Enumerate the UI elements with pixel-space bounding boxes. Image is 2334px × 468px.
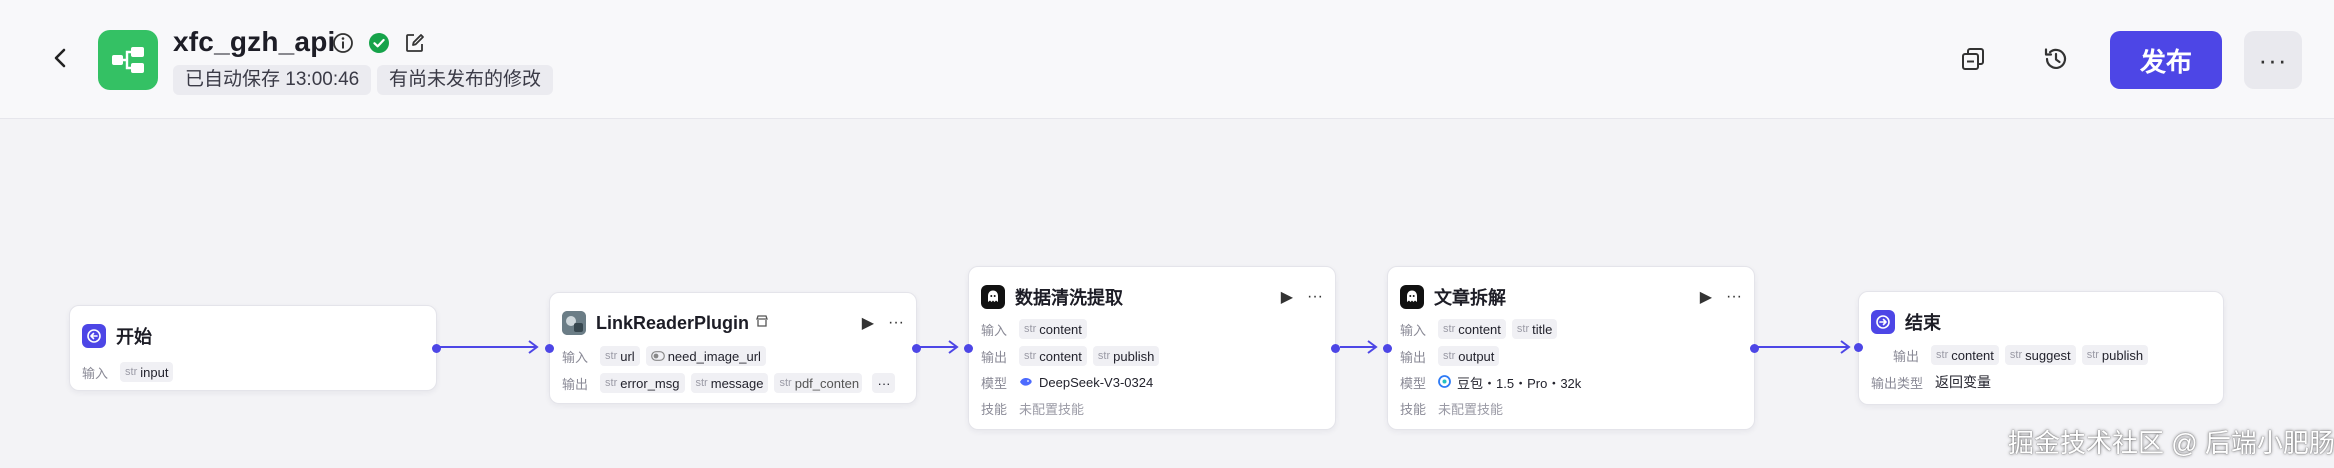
edge-linkreader-to-clean	[920, 340, 959, 354]
watermark: 掘金技术社区 @ 后端小肥肠	[2008, 428, 2334, 458]
output-port[interactable]	[432, 344, 441, 353]
input-row: 输入 str input	[82, 362, 174, 382]
output-label: 输出	[1893, 348, 1920, 364]
output-port[interactable]	[1750, 344, 1759, 353]
skill-label: 技能	[981, 402, 1008, 417]
output-type-row: 输出类型 返回变量	[1871, 372, 1991, 392]
input-port[interactable]	[964, 344, 973, 353]
input-row: 输入 str content	[981, 319, 1087, 339]
boolean-toggle-icon	[650, 351, 665, 361]
node-title: 结束	[1905, 313, 1941, 333]
plugin-store-icon	[755, 314, 769, 333]
output-label: 输出	[1400, 349, 1427, 365]
edge-start-to-linkreader	[440, 340, 539, 354]
input-label: 输入	[981, 322, 1008, 338]
run-icon[interactable]: ▶	[1700, 287, 1712, 307]
model-row: 模型 DeepSeek-V3-0324	[981, 373, 1153, 392]
llm-icon	[981, 285, 1005, 309]
input-label: 输入	[1400, 322, 1427, 338]
node-start[interactable]: 开始 输入 str input	[69, 305, 441, 391]
variable-tag: str content	[1438, 319, 1506, 339]
skill-row: 技能 未配置技能	[1400, 399, 1503, 418]
output-row: 输出 str content str suggest str publish	[1893, 345, 2149, 365]
input-port[interactable]	[1383, 344, 1392, 353]
node-header: 文章拆解 ▶ ···	[1400, 281, 1742, 313]
variable-tag: str output	[1438, 346, 1500, 366]
model-name: DeepSeek-V3-0324	[1039, 375, 1154, 390]
skill-label: 技能	[1400, 402, 1427, 417]
output-row: 输出 str content str publish	[981, 346, 1160, 366]
model-row: 模型 豆包・1.5・Pro・32k	[1400, 373, 1581, 392]
variable-tag: str message	[690, 373, 769, 393]
edge-split-to-end	[1758, 340, 1851, 354]
node-title: 开始	[116, 327, 152, 347]
output-port[interactable]	[1331, 344, 1340, 353]
node-header: 结束	[1871, 306, 2211, 338]
variable-tag: str publish	[2081, 345, 2149, 365]
output-label: 输出	[981, 349, 1008, 365]
skill-value: 未配置技能	[1019, 402, 1085, 417]
node-header: 开始	[82, 320, 424, 352]
input-port[interactable]	[1854, 343, 1863, 352]
model-name: 豆包・1.5・Pro・32k	[1457, 376, 1582, 391]
node-article-split[interactable]: 文章拆解 ▶ ··· 输入 str content str title 输出 str…	[1383, 266, 1759, 430]
start-icon	[82, 324, 106, 348]
run-icon[interactable]: ▶	[1281, 287, 1293, 307]
node-title: 文章拆解	[1434, 288, 1506, 308]
deepseek-icon	[1019, 375, 1033, 391]
doubao-icon	[1438, 374, 1451, 391]
run-icon[interactable]: ▶	[862, 313, 874, 333]
variable-tag: str error_msg	[600, 373, 685, 393]
more-outputs-button[interactable]: ···	[872, 373, 896, 393]
variable-tag: str content	[1019, 319, 1087, 339]
output-row: 输出 str output	[1400, 346, 1500, 366]
skill-row: 技能 未配置技能	[981, 399, 1084, 418]
node-end[interactable]: 结束 输出 str content str suggest str publish 输…	[1854, 291, 2224, 405]
variable-tag: str content	[1931, 345, 1999, 365]
node-more-icon[interactable]: ···	[1307, 288, 1323, 306]
input-label: 输入	[562, 349, 589, 365]
variable-tag: str title	[1511, 319, 1558, 339]
plugin-avatar-icon	[562, 311, 586, 335]
output-type-label: 输出类型	[1871, 375, 1924, 391]
model-label: 模型	[981, 376, 1008, 391]
output-type-value: 返回变量	[1935, 374, 1992, 390]
input-label: 输入	[82, 365, 109, 381]
variable-tag: str publish	[1092, 346, 1160, 366]
variable-tag: str content	[1019, 346, 1087, 366]
node-title: 数据清洗提取	[1015, 288, 1123, 308]
output-port[interactable]	[912, 344, 921, 353]
node-data-clean[interactable]: 数据清洗提取 ▶ ··· 输入 str content 输出 str content…	[964, 266, 1340, 430]
node-linkreader[interactable]: LinkReaderPlugin ▶ ··· 输入 str url need_im…	[545, 292, 921, 404]
variable-tag: str suggest	[2004, 345, 2076, 365]
variable-tag: str url	[600, 346, 640, 366]
llm-icon	[1400, 285, 1424, 309]
node-header: LinkReaderPlugin ▶ ···	[562, 307, 904, 339]
node-header: 数据清洗提取 ▶ ···	[981, 281, 1323, 313]
skill-value: 未配置技能	[1438, 402, 1504, 417]
model-label: 模型	[1400, 376, 1427, 391]
input-row: 输入 str url need_image_url	[562, 346, 766, 366]
node-more-icon[interactable]: ···	[888, 314, 904, 332]
end-icon	[1871, 310, 1895, 334]
output-label: 输出	[562, 376, 589, 392]
input-row: 输入 str content str title	[1400, 319, 1558, 339]
input-port[interactable]	[545, 344, 554, 353]
variable-tag: str pdf_conten	[774, 373, 863, 393]
variable-tag: need_image_url	[645, 346, 766, 366]
variable-tag: str input	[120, 362, 174, 382]
node-more-icon[interactable]: ···	[1726, 288, 1742, 306]
output-row: 输出 str error_msg str message str pdf_conten…	[562, 373, 896, 393]
edge-clean-to-split	[1340, 340, 1378, 354]
node-title: LinkReaderPlugin	[596, 312, 750, 333]
